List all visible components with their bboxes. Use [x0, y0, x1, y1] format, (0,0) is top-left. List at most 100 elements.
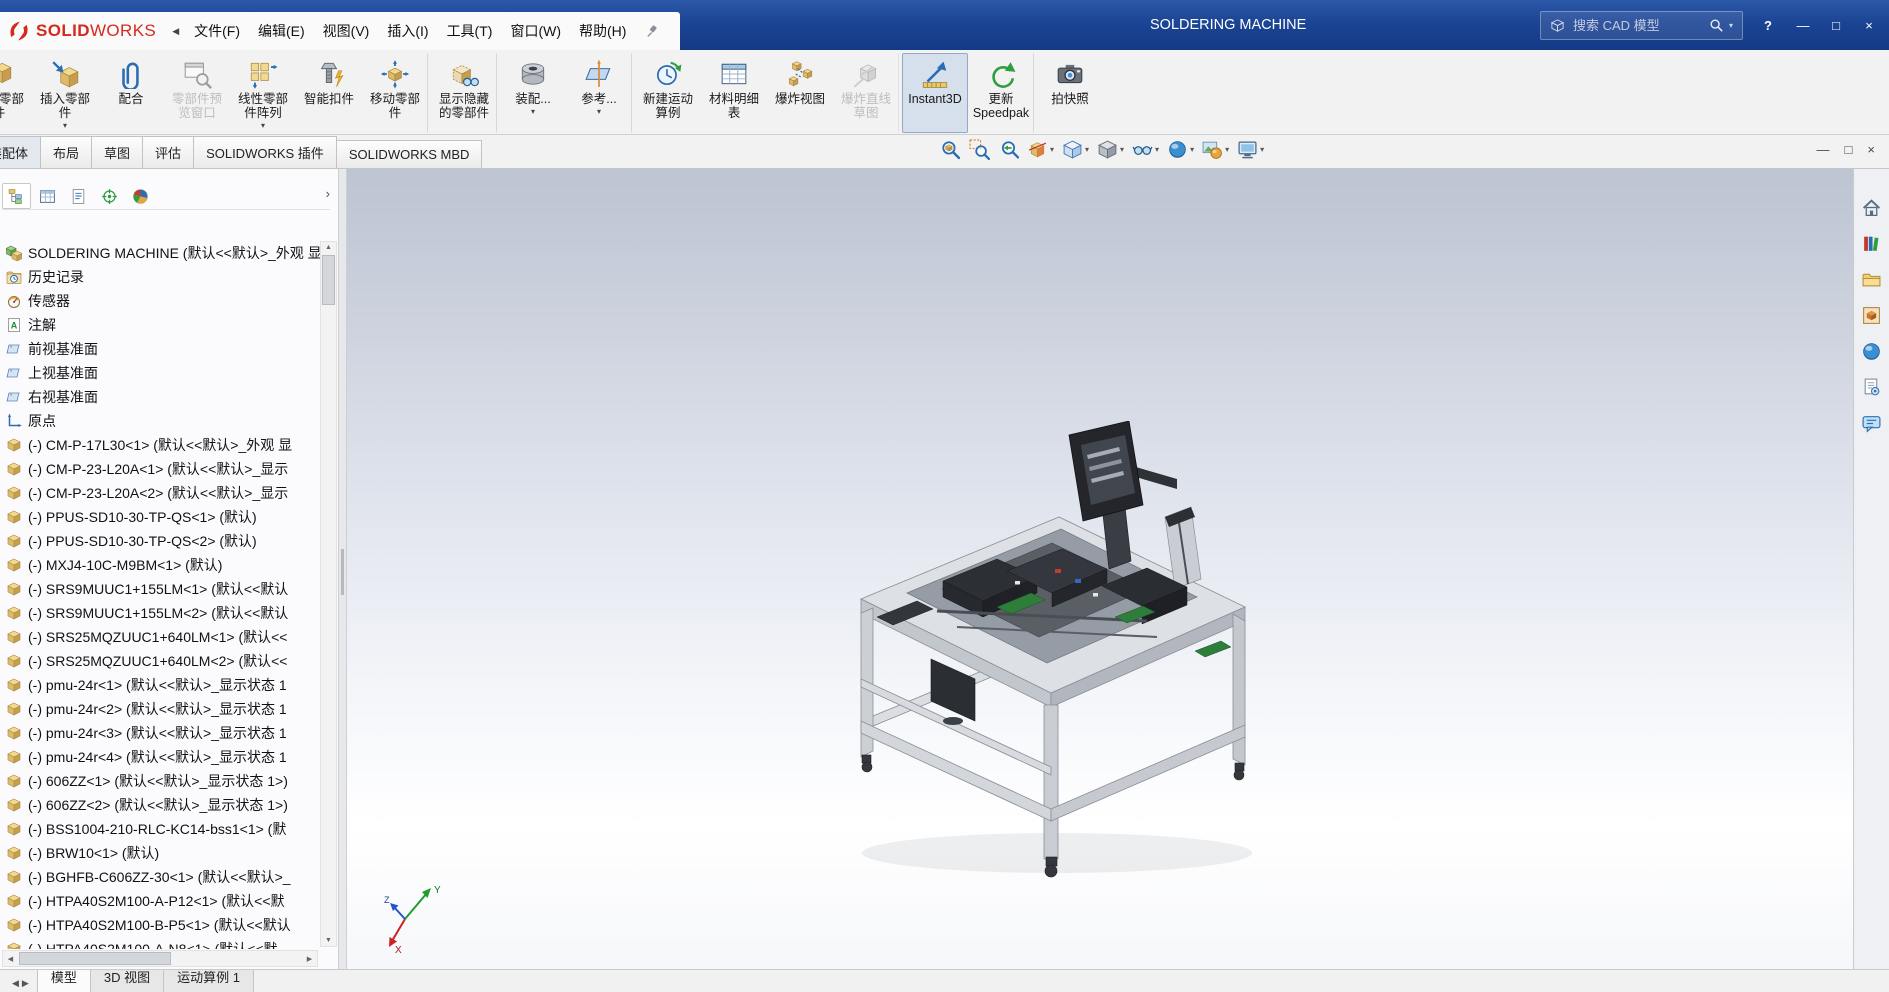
configurationmanager-tab[interactable] — [64, 183, 93, 209]
zoom-fit-button[interactable] — [940, 139, 961, 160]
ribbon-show-hidden-components-button[interactable]: 显示隐藏的零部件 — [431, 53, 497, 133]
tab-scroll-left[interactable]: ◀ — [12, 978, 19, 989]
scroll-left-icon[interactable]: ◀ — [3, 955, 18, 963]
tree-item[interactable]: (-) HTPA40S2M100-B-P5<1> (默认<<默认 — [0, 913, 320, 937]
tree-item[interactable]: (-) pmu-24r<4> (默认<<默认>_显示状态 1 — [0, 745, 320, 769]
display-style-button[interactable]: ▾ — [1097, 139, 1124, 160]
doc-restore-button[interactable]: □ — [1845, 142, 1853, 157]
tree-item[interactable]: (-) PPUS-SD10-30-TP-QS<1> (默认) — [0, 505, 320, 529]
tree-item[interactable]: 上视基准面 — [0, 361, 320, 385]
tree-item[interactable]: (-) 606ZZ<2> (默认<<默认>_显示状态 1>) — [0, 793, 320, 817]
tree-item[interactable]: 注解 — [0, 313, 320, 337]
scrollbar-thumb[interactable] — [322, 255, 335, 305]
ribbon-component-preview-window-button[interactable]: 零部件预览窗口 — [164, 53, 230, 133]
menu-item[interactable]: 插入(I) — [378, 16, 437, 46]
document-tab[interactable]: 3D 视图 — [90, 969, 164, 992]
menu-pin-icon[interactable] — [645, 24, 660, 39]
tree-item[interactable]: 前视基准面 — [0, 337, 320, 361]
tree-item[interactable]: (-) CM-P-23-L20A<1> (默认<<默认>_显示 — [0, 457, 320, 481]
tree-item[interactable]: SOLDERING MACHINE (默认<<默认>_外观 显 — [0, 241, 320, 265]
command-tab[interactable]: 草图 — [91, 136, 143, 168]
tree-vertical-scrollbar[interactable]: ▲ ▼ — [320, 241, 337, 947]
tree-item[interactable]: (-) BGHFB-C606ZZ-30<1> (默认<<默认>_ — [0, 865, 320, 889]
search-caret-icon[interactable]: ▾ — [1729, 21, 1733, 30]
scroll-right-icon[interactable]: ▶ — [302, 955, 317, 963]
tree-item[interactable]: (-) pmu-24r<1> (默认<<默认>_显示状态 1 — [0, 673, 320, 697]
doc-close-button[interactable]: × — [1867, 142, 1875, 157]
ribbon-mate-button[interactable]: 配合 — [98, 53, 164, 133]
panel-splitter[interactable] — [339, 169, 347, 969]
scroll-down-icon[interactable]: ▼ — [321, 937, 336, 944]
tree-item[interactable]: (-) SRS25MQZUUC1+640LM<1> (默认<< — [0, 625, 320, 649]
propertymanager-tab[interactable] — [33, 183, 62, 209]
ribbon-edit-component-button[interactable]: 编辑零部件 — [0, 53, 32, 133]
tree-item[interactable]: (-) BSS1004-210-RLC-KC14-bss1<1> (默 — [0, 817, 320, 841]
menu-item[interactable]: 窗口(W) — [501, 16, 570, 46]
menu-collapse-icon[interactable]: ◀ — [168, 26, 183, 37]
tab-scroll-right[interactable]: ▶ — [22, 978, 29, 989]
ribbon-move-component-button[interactable]: 移动零部件 — [362, 53, 428, 133]
tree-item[interactable]: (-) HTPA40S2M100-A-N8<1> (默认<<默 — [0, 937, 320, 949]
tree-item[interactable]: 传感器 — [0, 289, 320, 313]
tree-item[interactable]: (-) HTPA40S2M100-A-P12<1> (默认<<默 — [0, 889, 320, 913]
ribbon-assembly-features-button[interactable]: 装配... ▾ — [500, 53, 566, 133]
command-tab[interactable]: 装配体 — [0, 136, 41, 168]
tree-item[interactable]: 原点 — [0, 409, 320, 433]
menu-item[interactable]: 工具(T) — [438, 16, 502, 46]
tree-item[interactable]: (-) 606ZZ<1> (默认<<默认>_显示状态 1>) — [0, 769, 320, 793]
tree-item[interactable]: 历史记录 — [0, 265, 320, 289]
scroll-up-icon[interactable]: ▲ — [321, 244, 336, 251]
splitter-grip[interactable] — [341, 549, 344, 595]
menu-item[interactable]: 视图(V) — [314, 16, 379, 46]
ribbon-bill-of-materials-button[interactable]: 材料明细表 — [701, 53, 767, 133]
ribbon-take-snapshot-button[interactable]: 拍快照 — [1037, 53, 1103, 133]
panel-expand-icon[interactable]: › — [320, 186, 336, 201]
tree-item[interactable]: (-) BRW10<1> (默认) — [0, 841, 320, 865]
command-tab[interactable]: SOLIDWORKS 插件 — [193, 136, 337, 168]
ribbon-insert-components-button[interactable]: 插入零部件 ▾ — [32, 53, 98, 133]
search-icon[interactable] — [1709, 18, 1723, 32]
ribbon-linear-component-pattern-button[interactable]: 线性零部件阵列 ▾ — [230, 53, 296, 133]
menu-item[interactable]: 帮助(H) — [570, 16, 635, 46]
taskpane-custom-properties-button[interactable] — [1858, 375, 1885, 400]
tree-item[interactable]: (-) SRS25MQZUUC1+640LM<2> (默认<< — [0, 649, 320, 673]
scrollbar-thumb[interactable] — [19, 952, 171, 965]
taskpane-design-library-button[interactable] — [1858, 231, 1885, 256]
ribbon-instant3d-button[interactable]: Instant3D — [902, 53, 968, 133]
minimize-button[interactable]: — — [1793, 18, 1813, 33]
reference-triad[interactable]: Y X Z — [383, 879, 445, 955]
tree-item[interactable]: (-) CM-P-17L30<1> (默认<<默认>_外观 显 — [0, 433, 320, 457]
tree-item[interactable]: (-) SRS9MUUC1+155LM<2> (默认<<默认 — [0, 601, 320, 625]
tree-item[interactable]: (-) MXJ4-10C-M9BM<1> (默认) — [0, 553, 320, 577]
edit-appearance-button[interactable]: ▾ — [1167, 139, 1194, 160]
section-view-button[interactable]: ▾ — [1027, 139, 1054, 160]
search-input[interactable] — [1571, 17, 1703, 34]
taskpane-file-explorer-button[interactable] — [1858, 267, 1885, 292]
command-tab[interactable]: SOLIDWORKS MBD — [336, 140, 483, 168]
menu-item[interactable]: 编辑(E) — [249, 16, 314, 46]
tree-item[interactable]: (-) PPUS-SD10-30-TP-QS<2> (默认) — [0, 529, 320, 553]
command-tab[interactable]: 评估 — [142, 136, 194, 168]
tree-horizontal-scrollbar[interactable]: ◀ ▶ — [2, 950, 318, 967]
taskpane-home-button[interactable] — [1858, 195, 1885, 220]
tree-item[interactable]: (-) SRS9MUUC1+155LM<1> (默认<<默认 — [0, 577, 320, 601]
view-orientation-button[interactable]: ▾ — [1062, 139, 1089, 160]
tree-item[interactable]: (-) pmu-24r<3> (默认<<默认>_显示状态 1 — [0, 721, 320, 745]
graphics-area[interactable]: Y X Z — [347, 169, 1853, 969]
featuremanager-tab[interactable] — [2, 183, 31, 209]
ribbon-smart-fasteners-button[interactable]: 智能扣件 — [296, 53, 362, 133]
apply-scene-button[interactable]: ▾ — [1202, 139, 1229, 160]
tree-item[interactable]: (-) pmu-24r<2> (默认<<默认>_显示状态 1 — [0, 697, 320, 721]
view-settings-button[interactable]: ▾ — [1237, 139, 1264, 160]
tree-item[interactable]: 右视基准面 — [0, 385, 320, 409]
previous-view-button[interactable] — [998, 139, 1019, 160]
maximize-button[interactable]: □ — [1826, 18, 1846, 33]
taskpane-view-palette-button[interactable] — [1858, 303, 1885, 328]
dimxpertmanager-tab[interactable] — [95, 183, 124, 209]
close-button[interactable]: × — [1859, 18, 1879, 33]
zoom-to-area-button[interactable] — [969, 139, 990, 160]
ribbon-explode-line-sketch-button[interactable]: 爆炸直线草图 — [833, 53, 899, 133]
hide-show-items-button[interactable]: ▾ — [1132, 139, 1159, 160]
menu-item[interactable]: 文件(F) — [185, 16, 249, 46]
taskpane-appearances-button[interactable] — [1858, 339, 1885, 364]
